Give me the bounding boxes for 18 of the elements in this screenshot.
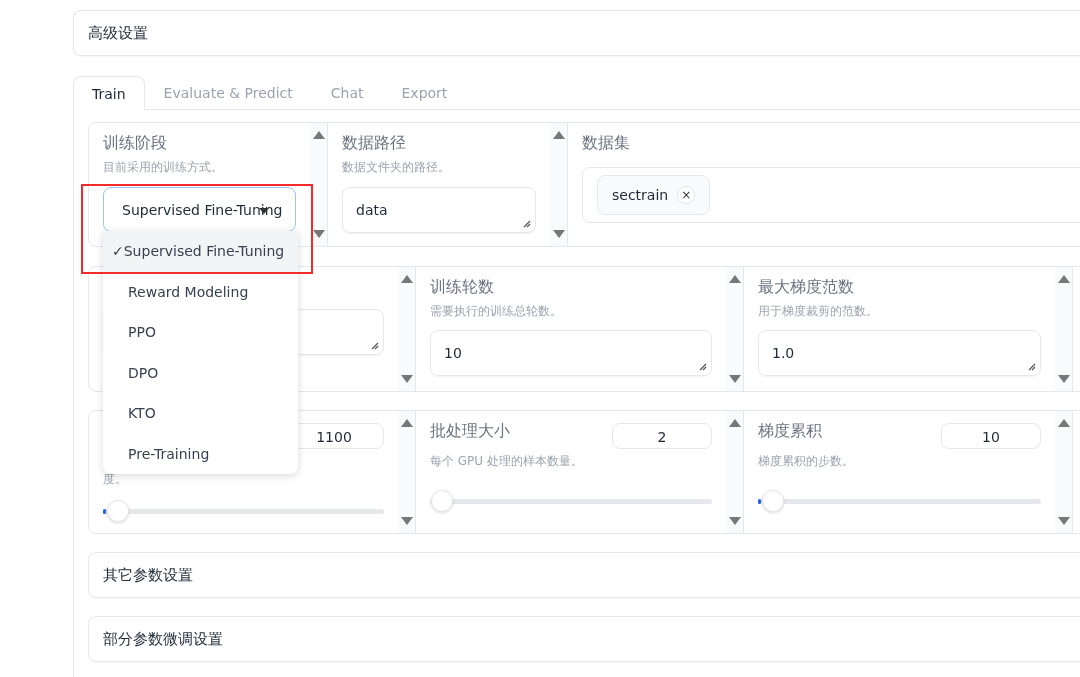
field-info: 每个 GPU 处理的样本数量。 — [430, 453, 584, 470]
accordion-title: 高级设置 — [88, 23, 148, 43]
field-label: 数据集 — [582, 133, 631, 154]
field-label: 梯度累积 — [758, 421, 822, 442]
field-info: 梯度累积的步数。 — [758, 453, 855, 470]
accordion-title: 部分参数微调设置 — [103, 629, 223, 649]
field-info: 需要执行的训练总轮数。 — [430, 303, 563, 320]
field-label: 最大梯度范数 — [758, 277, 855, 298]
accordion-title: 其它参数设置 — [103, 565, 193, 585]
field-info: 度。 — [103, 471, 128, 488]
field-label: 训练轮数 — [430, 277, 495, 298]
field-label: 训练阶段 — [103, 133, 168, 154]
field-info: 目前采用的训练方式。 — [103, 159, 224, 176]
dataset-tag: sectrain × — [597, 175, 711, 215]
field-info: 数据文件夹的路径。 — [342, 159, 451, 176]
field-info: 用于梯度裁剪的范数。 — [758, 303, 879, 320]
field-label: 批处理大小 — [430, 421, 510, 442]
field-label: 数据路径 — [342, 133, 407, 154]
